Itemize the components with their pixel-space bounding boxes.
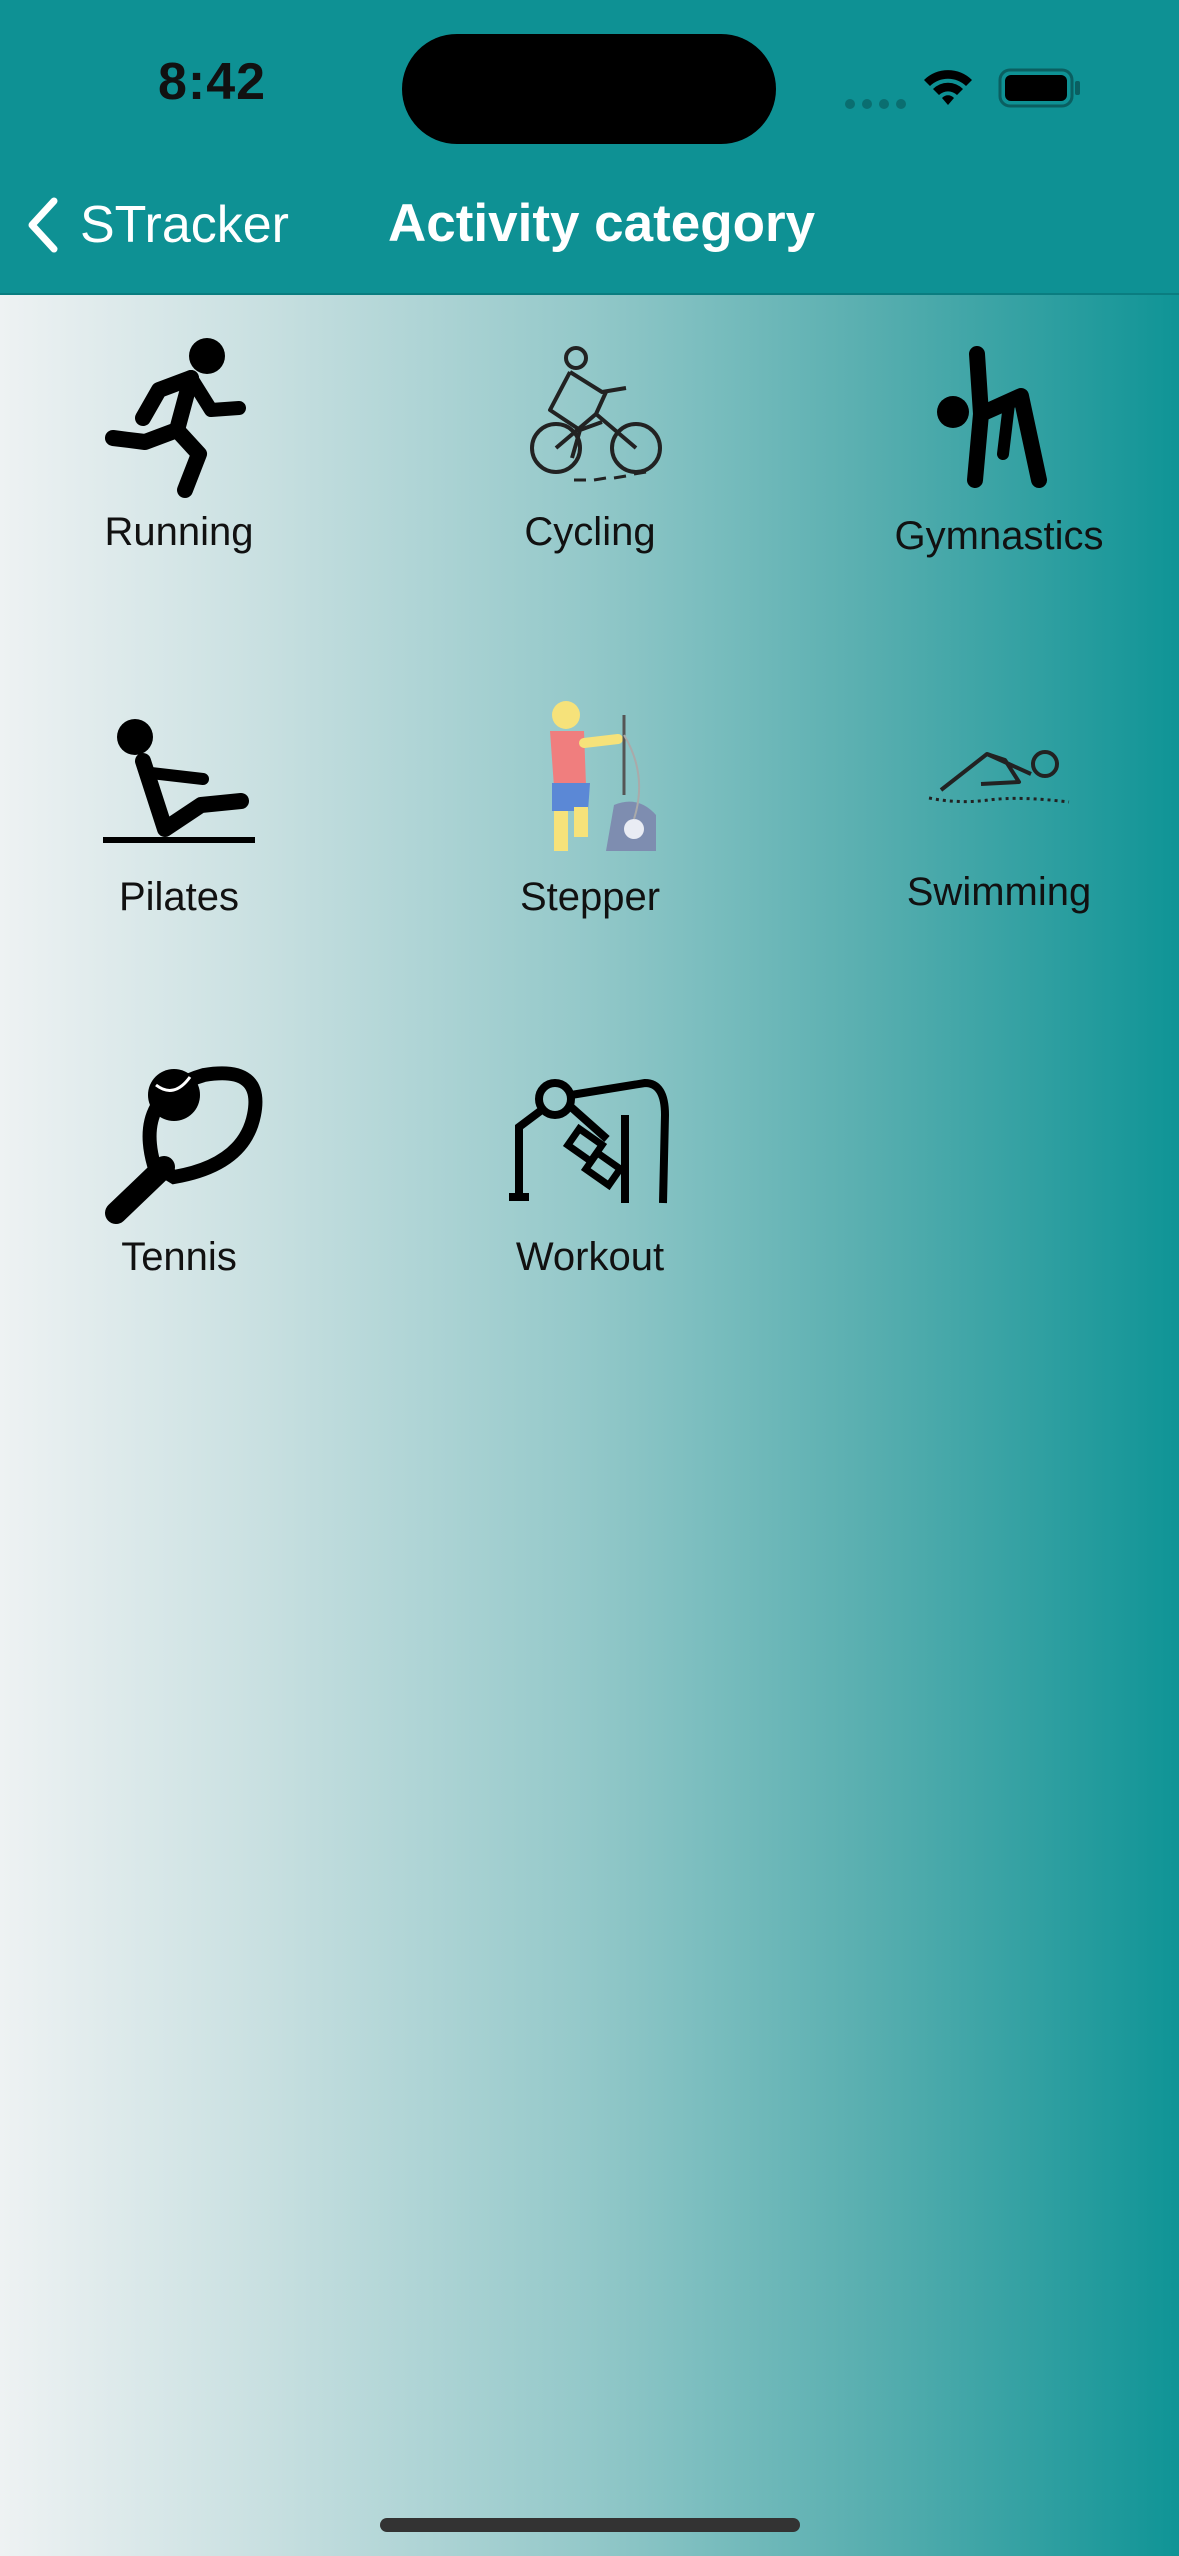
navigation-header: 8:42 STracker Activity category <box>0 0 1179 295</box>
status-time: 8:42 <box>158 53 267 111</box>
back-button-label: STracker <box>80 196 289 254</box>
category-label: Running <box>104 510 254 554</box>
pilates-icon <box>103 719 255 843</box>
home-indicator[interactable] <box>380 2518 800 2532</box>
category-cycling[interactable]: Cycling <box>425 330 755 555</box>
cycling-icon <box>530 346 662 482</box>
tennis-icon <box>105 1066 263 1224</box>
dynamic-island <box>402 34 776 144</box>
category-gymnastics[interactable]: Gymnastics <box>834 334 1164 559</box>
category-label: Pilates <box>118 875 240 919</box>
category-label: Gymnastics <box>894 514 1104 558</box>
gymnastics-icon <box>937 346 1047 488</box>
category-workout[interactable]: Workout <box>425 1055 755 1280</box>
category-running[interactable]: Running <box>14 330 344 555</box>
chevron-left-icon <box>28 197 58 253</box>
page-title: Activity category <box>388 194 816 253</box>
category-swimming[interactable]: Swimming <box>834 690 1164 915</box>
category-tennis[interactable]: Tennis <box>14 1055 344 1280</box>
category-label: Stepper <box>519 875 661 919</box>
category-label: Tennis <box>121 1235 237 1279</box>
stepper-icon <box>550 701 656 851</box>
swimming-icon <box>928 750 1070 804</box>
wifi-icon <box>924 70 972 105</box>
signal-dots-icon <box>845 96 913 114</box>
running-icon <box>105 338 246 498</box>
category-stepper[interactable]: Stepper <box>425 695 755 920</box>
category-label: Cycling <box>524 510 656 554</box>
back-button[interactable]: STracker <box>22 190 289 260</box>
battery-icon <box>998 68 1080 108</box>
category-pilates[interactable]: Pilates <box>14 695 344 920</box>
category-label: Workout <box>515 1235 665 1279</box>
workout-icon <box>509 1079 669 1204</box>
category-label: Swimming <box>906 870 1092 914</box>
